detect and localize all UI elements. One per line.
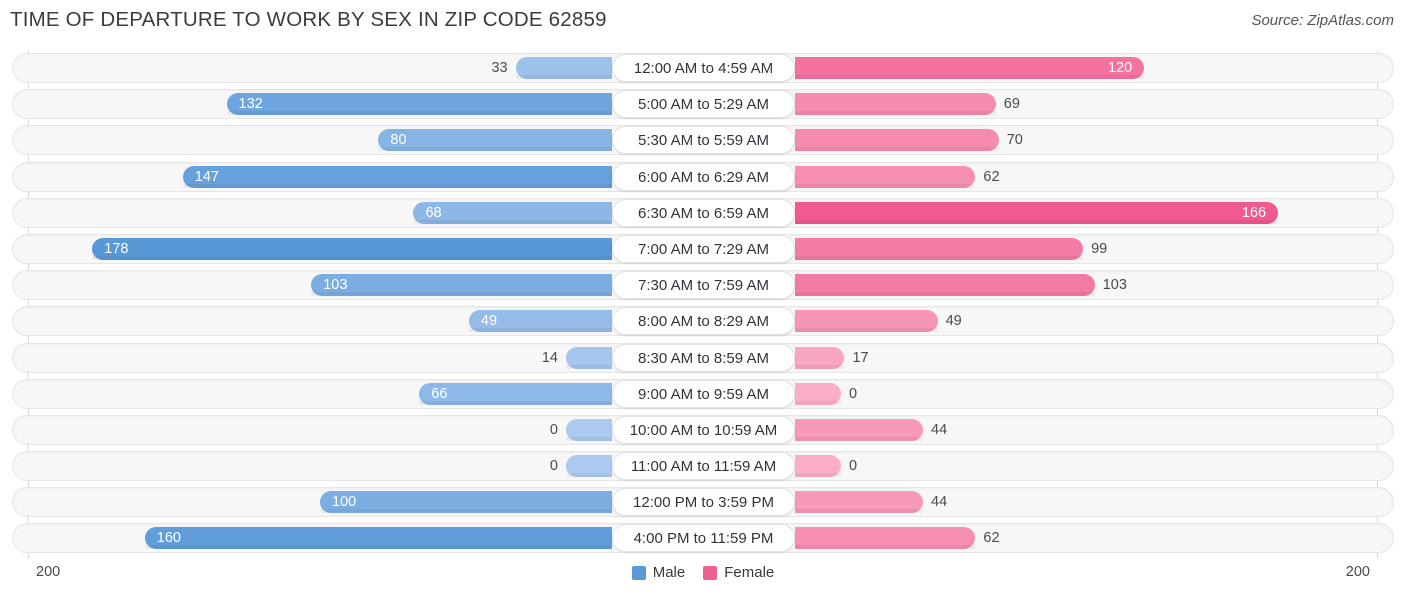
bar-female[interactable] <box>795 165 976 188</box>
bar-value-male: 147 <box>194 168 219 185</box>
chart-row: 100 44 12:00 PM to 3:59 PM <box>0 484 1406 520</box>
chart-page: TIME OF DEPARTURE TO WORK BY SEX IN ZIP … <box>0 0 1406 595</box>
bar-value-female: 62 <box>983 530 1000 547</box>
bar-value-male: 33 <box>491 60 508 76</box>
chart-row: 103 103 7:30 AM to 7:59 AM <box>0 267 1406 303</box>
category-label: 12:00 PM to 3:59 PM <box>612 488 795 517</box>
category-label: 4:00 PM to 11:59 PM <box>612 524 795 553</box>
bar-value-female: 49 <box>945 313 962 330</box>
category-label: 8:00 AM to 8:29 AM <box>612 307 795 336</box>
bar-value-male: 160 <box>156 530 181 547</box>
bar-female[interactable] <box>795 129 999 152</box>
page-title: TIME OF DEPARTURE TO WORK BY SEX IN ZIP … <box>10 8 607 31</box>
chart-row: 14 17 8:30 AM to 8:59 AM <box>0 340 1406 376</box>
category-label: 8:30 AM to 8:59 AM <box>612 343 795 372</box>
chart-row: 49 49 8:00 AM to 8:29 AM <box>0 303 1406 339</box>
bar-value-female: 0 <box>849 458 858 475</box>
category-label: 11:00 AM to 11:59 AM <box>612 452 795 481</box>
bar-value-female: 120 <box>1107 60 1133 76</box>
bar-value-male: 49 <box>480 313 498 330</box>
bar-female[interactable] <box>795 382 841 405</box>
bar-female[interactable] <box>795 201 1279 224</box>
bar-female[interactable] <box>795 274 1095 297</box>
bar-male[interactable] <box>566 455 612 478</box>
category-label: 10:00 AM to 10:59 AM <box>612 415 795 444</box>
bar-female[interactable] <box>795 346 845 369</box>
bar-female[interactable] <box>795 93 996 116</box>
bar-male[interactable] <box>92 237 612 260</box>
bar-female[interactable] <box>795 310 938 333</box>
bar-value-male: 100 <box>332 494 357 511</box>
chart-row: 160 62 4:00 PM to 11:59 PM <box>0 520 1406 556</box>
chart-row: 33 120 12:00 AM to 4:59 AM <box>0 50 1406 86</box>
bar-male[interactable] <box>413 201 612 224</box>
bar-value-female: 44 <box>931 494 948 511</box>
bar-value-female: 166 <box>1241 204 1267 221</box>
bar-value-male: 132 <box>238 96 263 113</box>
category-label: 12:00 AM to 4:59 AM <box>612 54 795 82</box>
chart-row: 132 69 5:00 AM to 5:29 AM <box>0 86 1406 122</box>
bar-value-female: 44 <box>931 421 948 438</box>
category-label: 9:00 AM to 9:59 AM <box>612 379 795 408</box>
legend-label-male: Male <box>652 564 686 581</box>
bar-value-female: 99 <box>1091 240 1108 257</box>
bar-female[interactable] <box>795 455 841 478</box>
bar-male[interactable] <box>226 93 613 116</box>
category-label: 5:00 AM to 5:29 AM <box>612 90 795 119</box>
chart-row: 0 0 11:00 AM to 11:59 AM <box>0 448 1406 484</box>
bar-male[interactable] <box>311 274 612 297</box>
bar-value-male: 66 <box>431 385 448 402</box>
chart-row: 80 70 5:30 AM to 5:59 AM <box>0 122 1406 158</box>
bar-value-male: 0 <box>549 421 558 438</box>
bar-value-female: 17 <box>852 349 869 366</box>
bar-female[interactable] <box>795 491 924 514</box>
bar-male[interactable] <box>566 418 612 441</box>
legend-label-female: Female <box>724 564 775 581</box>
bar-value-male: 0 <box>549 458 558 475</box>
chart-plot-area: 33 120 12:00 AM to 4:59 AM 132 69 5:00 AM to … <box>0 50 1406 558</box>
bar-male[interactable] <box>566 346 612 369</box>
bar-female[interactable] <box>795 418 924 441</box>
bar-male[interactable] <box>419 382 612 405</box>
bar-value-male: 103 <box>323 277 348 294</box>
bar-value-female: 62 <box>983 168 1000 185</box>
category-label: 6:00 AM to 6:29 AM <box>612 162 795 191</box>
bar-value-male: 178 <box>104 240 129 257</box>
chart-row: 0 44 10:00 AM to 10:59 AM <box>0 412 1406 448</box>
bar-value-female: 69 <box>1003 96 1020 113</box>
source-attribution: Source: ZipAtlas.com <box>1251 12 1394 29</box>
chart-footer: 200 200 Male Female <box>0 558 1406 595</box>
bar-value-male: 68 <box>425 204 442 221</box>
chart-rows: 33 120 12:00 AM to 4:59 AM 132 69 5:00 AM to … <box>0 50 1406 557</box>
bar-value-female: 70 <box>1006 132 1023 149</box>
legend-swatch-female-icon <box>703 565 718 580</box>
bar-value-female: 103 <box>1102 277 1127 294</box>
bar-male[interactable] <box>378 129 612 152</box>
chart-legend: Male Female <box>0 564 1406 581</box>
category-label: 6:30 AM to 6:59 AM <box>612 198 795 227</box>
bar-value-female: 0 <box>849 385 858 402</box>
legend-swatch-male-icon <box>631 565 646 580</box>
legend-item-female[interactable]: Female <box>703 564 774 581</box>
legend-item-male[interactable]: Male <box>631 564 686 581</box>
bar-female[interactable] <box>795 237 1084 260</box>
bar-male[interactable] <box>320 491 612 514</box>
bar-value-male: 80 <box>390 132 407 149</box>
category-label: 5:30 AM to 5:59 AM <box>612 126 795 155</box>
bar-female[interactable] <box>795 527 976 550</box>
bar-value-male: 14 <box>541 349 558 366</box>
bar-male[interactable] <box>144 527 613 550</box>
chart-row: 68 166 6:30 AM to 6:59 AM <box>0 195 1406 231</box>
chart-header: TIME OF DEPARTURE TO WORK BY SEX IN ZIP … <box>0 0 1406 46</box>
bar-male[interactable] <box>515 57 613 79</box>
chart-row: 66 0 9:00 AM to 9:59 AM <box>0 376 1406 412</box>
bar-male[interactable] <box>182 165 613 188</box>
chart-row: 178 99 7:00 AM to 7:29 AM <box>0 231 1406 267</box>
category-label: 7:30 AM to 7:59 AM <box>612 271 795 300</box>
category-label: 7:00 AM to 7:29 AM <box>612 234 795 263</box>
chart-row: 147 62 6:00 AM to 6:29 AM <box>0 159 1406 195</box>
